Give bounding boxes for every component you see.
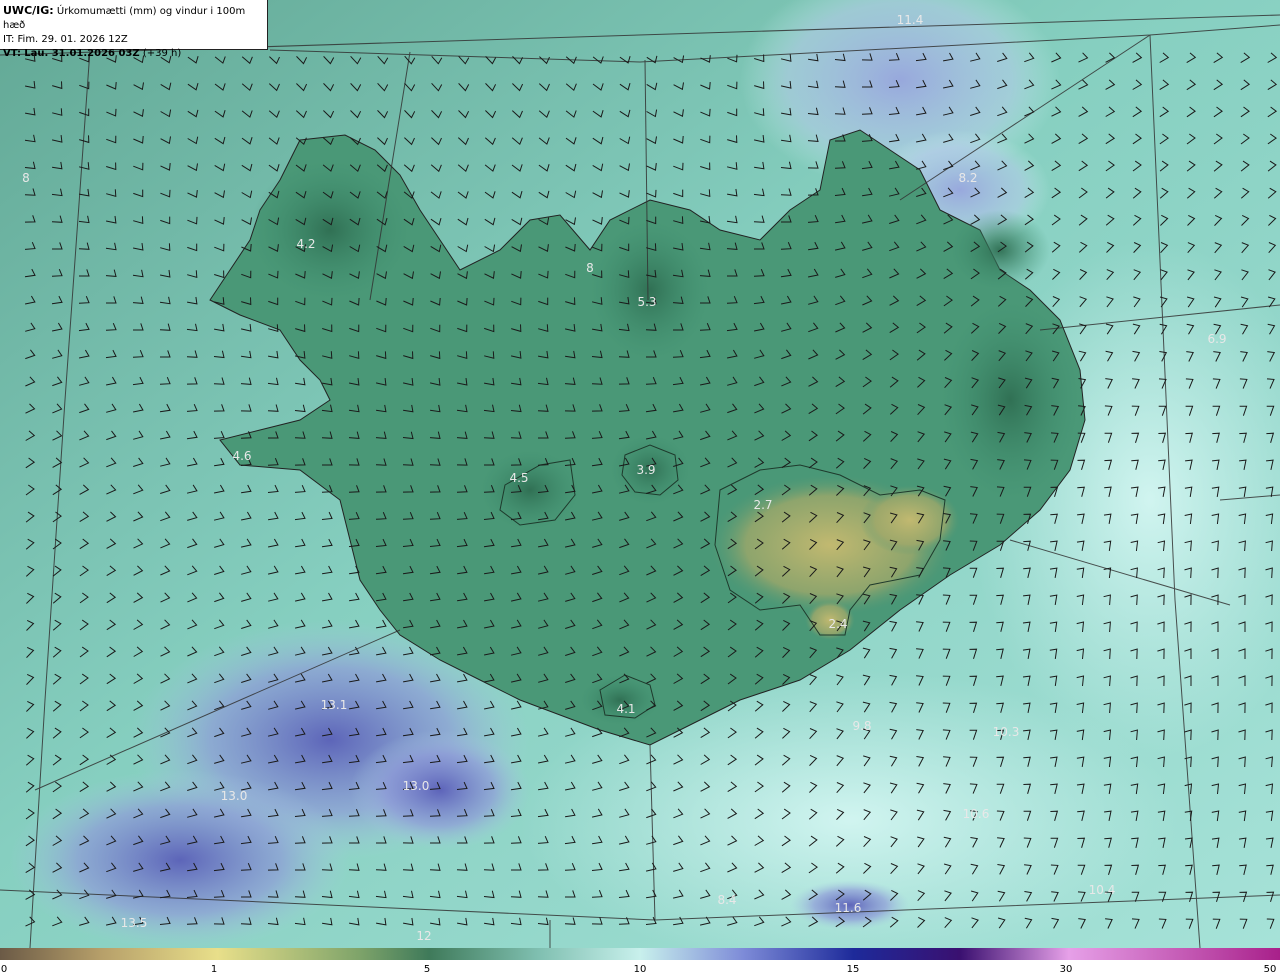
lead-time: (+39 h) — [142, 48, 182, 59]
product-label: UWC/IG: — [3, 4, 54, 17]
value-label: 13.0 — [403, 779, 430, 793]
init-prefix: IT: — [3, 34, 15, 45]
value-label: 9.8 — [852, 719, 871, 733]
init-time: Fim. 29. 01. 2026 12Z — [17, 34, 128, 45]
value-label: 5.3 — [637, 295, 656, 309]
value-label: 12 — [416, 929, 431, 943]
valid-time: Lau. 31.01.2026 03Z — [24, 48, 140, 59]
map-header: UWC/IG: Úrkomumætti (mm) og vindur i 100… — [0, 0, 268, 59]
highland-moisture — [590, 220, 710, 360]
colorbar-tick-label: 50 — [1263, 964, 1277, 975]
value-label: 13.5 — [121, 916, 148, 930]
value-label: 3.9 — [636, 463, 655, 477]
value-label: 13.1 — [321, 698, 348, 712]
colorbar-tick-label: 1 — [210, 964, 218, 975]
value-label: 13.0 — [221, 789, 248, 803]
init-time-row: IT: Fim. 29. 01. 2026 12Z — [3, 33, 267, 47]
value-label: 10.6 — [963, 807, 990, 821]
moisture-band — [350, 730, 530, 850]
title-row: UWC/IG: Úrkomumætti (mm) og vindur i 100… — [3, 4, 267, 33]
value-label: 2.4 — [828, 617, 847, 631]
highland-moisture — [480, 450, 580, 530]
valid-prefix: VT: — [3, 48, 22, 59]
value-label: 11.6 — [835, 901, 862, 915]
value-label: 8 — [22, 171, 30, 185]
precipitable-water-map: 11.4 4.2 8 5.3 3.9 4.6 4.5 2.7 2.4 4.1 6… — [0, 0, 1280, 948]
dry-area — [860, 485, 960, 555]
value-label: 4.5 — [509, 471, 528, 485]
valid-time-row: VT: Lau. 31.01.2026 03Z (+39 h) — [3, 47, 267, 61]
highland-moisture — [940, 300, 1080, 500]
value-label: 4.1 — [616, 702, 635, 716]
value-label: 8 — [586, 261, 594, 275]
colorbar: 0 1 5 10 15 30 50 — [0, 948, 1280, 978]
colorbar-tick-label: 5 — [423, 964, 431, 975]
colorbar-tick-label: 30 — [1059, 964, 1073, 975]
value-label: 8.4 — [717, 893, 736, 907]
value-label: 11.4 — [897, 13, 924, 27]
value-label: 10.4 — [1089, 883, 1116, 897]
colorbar-tick-label: 15 — [846, 964, 860, 975]
highland-moisture — [250, 160, 410, 300]
weather-map-view: 11.4 4.2 8 5.3 3.9 4.6 4.5 2.7 2.4 4.1 6… — [0, 0, 1280, 978]
value-label: 10.3 — [993, 725, 1020, 739]
colorbar-tick-label: 10 — [633, 964, 647, 975]
value-label: 2.7 — [753, 498, 772, 512]
value-label: 4.2 — [296, 237, 315, 251]
value-label: 6.9 — [1207, 332, 1226, 346]
colorbar-strip — [0, 948, 1280, 960]
value-label: 4.6 — [232, 449, 251, 463]
colorbar-tick-label: 0 — [0, 964, 8, 975]
value-label: 8.2 — [958, 171, 977, 185]
